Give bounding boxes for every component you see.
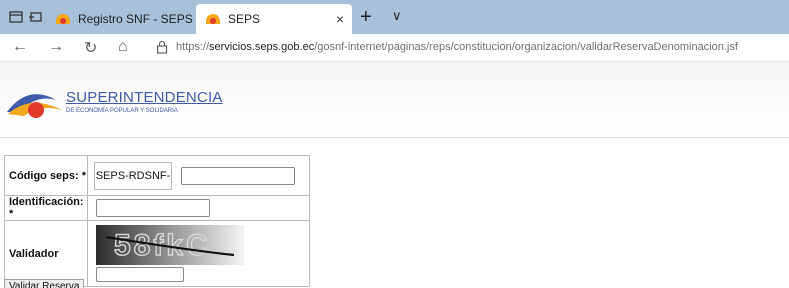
new-tab-icon[interactable]: + [360,6,372,29]
tab-list-chevron-icon[interactable]: ∨ [392,8,402,24]
validador-cell: 58fkC [87,220,310,287]
browser-tab-strip: Registro SNF - SEPS SEPS × + ∨ [0,0,789,34]
set-aside-tabs-icon[interactable] [28,9,44,25]
address-bar[interactable]: https://servicios.seps.gob.ec/gosnf-inte… [176,41,738,53]
seps-favicon-icon [56,14,70,24]
identificacion-label: Identificación: * [4,195,88,221]
validar-reserva-button[interactable]: Validar Reserva [4,279,85,288]
forward-icon[interactable]: → [48,38,64,56]
identificacion-input[interactable] [96,199,210,217]
codigo-prefix: SEPS-RDSNF- [94,161,172,190]
refresh-icon[interactable]: ↻ [84,38,97,58]
url-scheme: https:// [176,41,210,53]
lock-icon [156,40,168,54]
tab-label: Registro SNF - SEPS [78,12,193,26]
seps-favicon-icon [206,14,220,24]
back-icon[interactable]: ← [12,38,28,56]
url-host: servicios.seps.gob.ec [209,41,315,53]
tab-registro-snf[interactable]: Registro SNF - SEPS [46,4,196,34]
tab-actions-icon[interactable] [8,9,24,25]
browser-toolbar: ← → ↻ ⌂ https://servicios.seps.gob.ec/go… [0,34,789,62]
site-header: SUPERINTENDENCIA DE ECONOMÍA POPULAR Y S… [0,62,789,138]
seps-logo-icon [7,94,62,118]
validador-input[interactable] [96,267,184,282]
close-tab-icon[interactable]: × [336,11,344,27]
brand-title[interactable]: SUPERINTENDENCIA [66,89,223,106]
validador-label: Validador [4,220,88,287]
codigo-cell: SEPS-RDSNF- [87,155,310,196]
codigo-input[interactable] [181,166,296,185]
url-path: /gosnf-internet/paginas/reps/constitucio… [314,41,738,53]
tab-label: SEPS [228,12,261,26]
codigo-label: Código seps: * [4,155,88,196]
home-icon[interactable]: ⌂ [118,38,128,56]
captcha-image: 58fkC [96,225,244,265]
reserva-form: Código seps: * SEPS-RDSNF- Identificació… [4,155,310,287]
brand-subtitle: DE ECONOMÍA POPULAR Y SOLIDARIA [66,108,178,114]
tab-seps[interactable]: SEPS × [196,4,352,34]
identificacion-cell [87,195,310,221]
